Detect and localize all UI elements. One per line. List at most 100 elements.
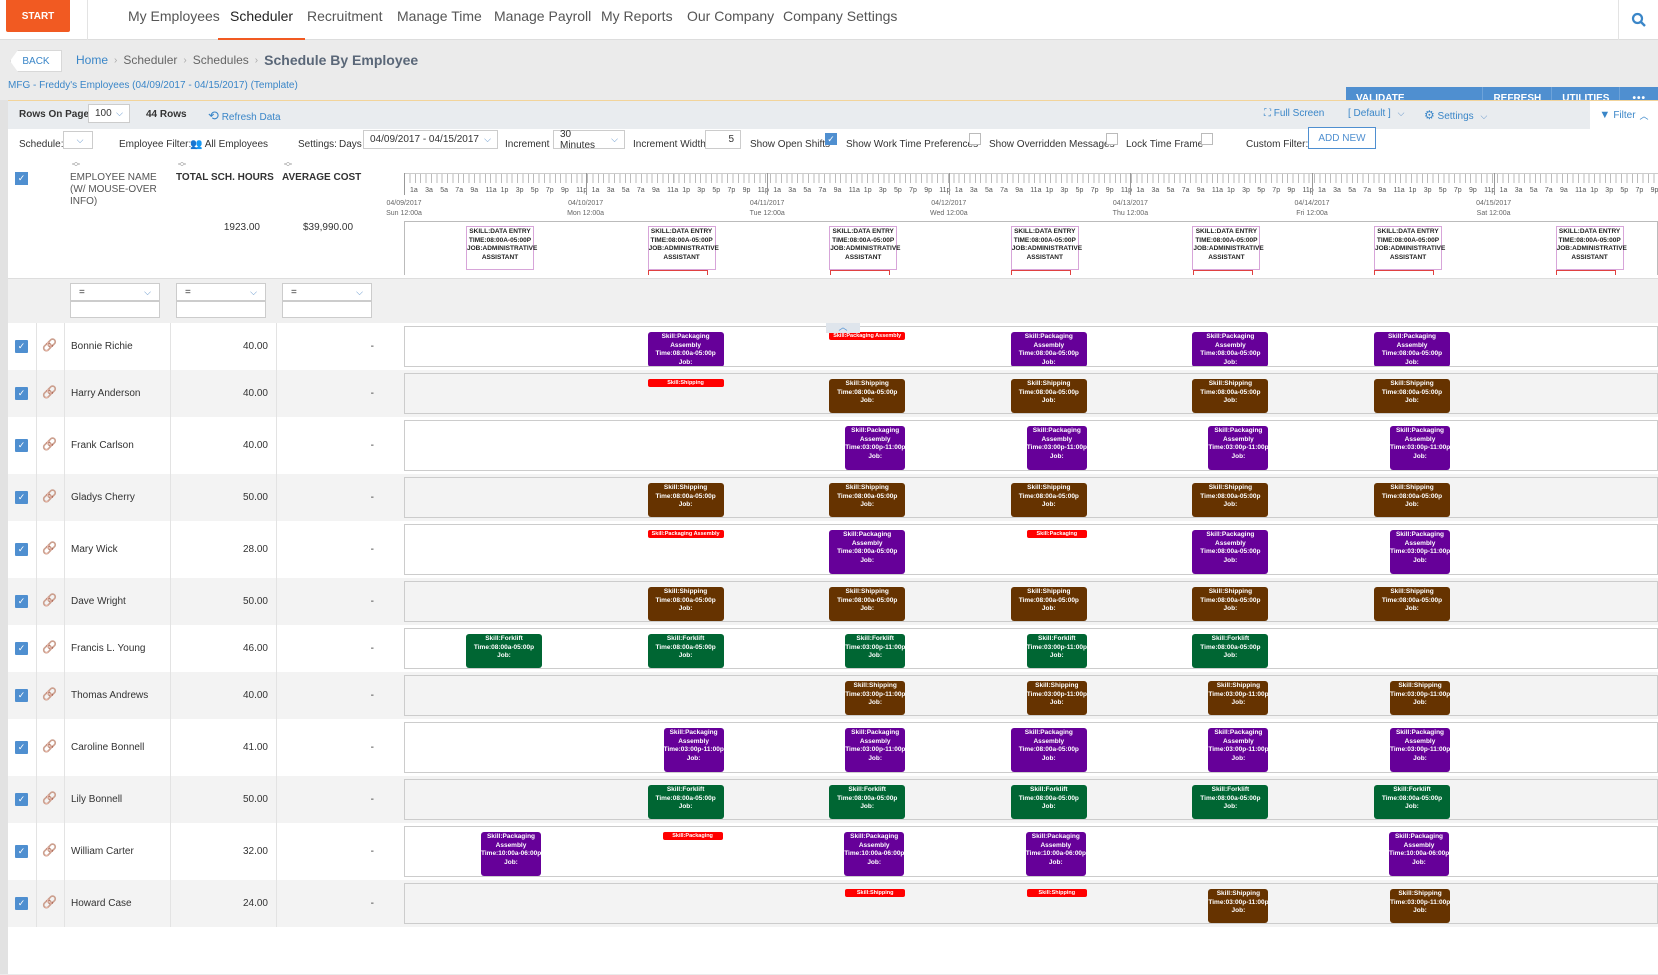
shift-block[interactable]: Skill:Shipping Time:08:00a-05:00p Job: [647,587,724,621]
employee-name[interactable]: Bonnie Richie [71,341,133,352]
shift-block[interactable]: Skill:Shipping Time:03:00p-11:00p Job: [845,681,906,715]
link-icon[interactable]: 🔗 [42,843,57,857]
template-shift-block[interactable]: SKILL:DATA ENTRY TIME:08:00A-05:00P JOB:AD… [1374,226,1445,270]
shift-block[interactable]: Skill:Shipping Time:03:00p-11:00p Job: [1208,889,1269,923]
row-checkbox[interactable]: ✓ [15,386,28,400]
shift-block[interactable]: Skill:Forklift Time:08:00a-05:00p Job: [647,634,724,668]
link-icon[interactable]: 🔗 [42,541,57,555]
shift-block[interactable]: Skill:Packaging Assembly Time:08:00a-05:00… [1374,332,1450,366]
shift-block[interactable]: Skill:Forklift Time:08:00a-05:00p Job: [466,634,542,668]
shift-block[interactable]: Skill:Packaging Assembly Time:10:00a-06:00… [1025,832,1086,876]
open-shift-badge[interactable]: Skill:Packaging [662,832,723,840]
shift-block[interactable]: Skill:Shipping Time:03:00p-11:00p Job: [1208,681,1269,715]
lock-time-frame-checkbox[interactable] [1201,133,1213,145]
row-checkbox[interactable]: ✓ [15,792,28,806]
shift-block[interactable]: Skill:Packaging Assembly Time:03:00p-11:00… [663,728,724,772]
col-employee-name[interactable]: EMPLOYEE NAME (W/ MOUSE-OVER INFO) [70,172,157,208]
template-shift-block[interactable]: SKILL:DATA ENTRY TIME:08:00A-05:00P JOB:AD… [647,226,719,270]
settings-dropdown[interactable]: ⚙ Settings ⌵ [1424,108,1487,122]
search-button[interactable] [1618,0,1658,40]
shift-block[interactable]: Skill:Forklift Time:08:00a-05:00p Job: [1374,785,1450,819]
shift-block[interactable]: Skill:Forklift Time:03:00p-11:00p Job: [1026,634,1087,668]
shift-block[interactable]: Skill:Shipping Time:08:00a-05:00p Job: [1192,587,1269,621]
employee-name[interactable]: Howard Case [71,898,132,909]
shift-block[interactable]: Skill:Shipping Time:08:00a-05:00p Job: [1010,587,1087,621]
shift-block[interactable]: Skill:Shipping Time:08:00a-05:00p Job: [1010,483,1087,517]
shift-block[interactable]: Skill:Shipping Time:08:00a-05:00p Job: [829,587,906,621]
shift-block[interactable]: Skill:Forklift Time:03:00p-11:00p Job: [845,634,906,668]
template-shift-block[interactable]: SKILL:DATA ENTRY TIME:08:00A-05:00P JOB:AD… [1010,226,1082,270]
shift-block[interactable]: Skill:Packaging Assembly Time:03:00p-11:00… [1026,426,1087,470]
full-screen-button[interactable]: ⛶ Full Screen [1264,108,1324,119]
shift-block[interactable]: Skill:Packaging Assembly Time:10:00a-06:00… [1389,832,1449,876]
link-icon[interactable]: 🔗 [42,385,57,399]
shift-block[interactable]: Skill:Forklift Time:08:00a-05:00p Job: [1010,785,1087,819]
row-checkbox[interactable]: ✓ [15,542,28,556]
template-shift-block[interactable]: SKILL:DATA ENTRY TIME:08:00A-05:00P JOB:AD… [829,226,901,270]
shift-block[interactable]: Skill:Packaging Assembly Time:08:00a-05:00… [1192,530,1269,574]
open-shift-badge[interactable]: Skill:Shipping [845,889,906,897]
employee-name[interactable]: Gladys Cherry [71,492,135,503]
template-shift-block[interactable]: SKILL:DATA ENTRY TIME:08:00A-05:00P JOB:AD… [466,226,537,270]
open-shift-badge[interactable]: Skill:Packaging Assembly [829,332,906,340]
collapse-chevron-icon[interactable]: ︿ [826,323,860,333]
filter-toggle[interactable]: ▼ Filter ︿ [1590,101,1658,129]
name-filter-operator[interactable]: = ⌵ [70,283,160,301]
employee-name[interactable]: Thomas Andrews [71,690,148,701]
shift-block[interactable]: Skill:Packaging Assembly Time:10:00a-06:00… [481,832,541,876]
employee-name[interactable]: Francis L. Young [71,643,146,654]
hours-filter-input[interactable] [176,301,266,318]
sort-icon[interactable]: ︿ ﹀ [72,158,80,172]
shift-block[interactable]: Skill:Forklift Time:08:00a-05:00p Job: [1192,785,1269,819]
row-checkbox[interactable]: ✓ [15,490,28,504]
shift-block[interactable]: Skill:Packaging Assembly Time:08:00a-05:00… [1010,728,1087,772]
open-shift-badge[interactable]: Skill:Shipping [647,379,724,387]
shift-block[interactable]: Skill:Packaging Assembly Time:03:00p-11:00… [1390,426,1450,470]
shift-block[interactable]: Skill:Shipping Time:08:00a-05:00p Job: [829,483,906,517]
employee-name[interactable]: Lily Bonnell [71,794,122,805]
shift-block[interactable]: Skill:Packaging Assembly Time:03:00p-11:00… [1390,530,1450,574]
nav-our-company[interactable]: Our Company [687,0,774,40]
link-icon[interactable]: 🔗 [42,687,57,701]
shift-block[interactable]: Skill:Shipping Time:03:00p-11:00p Job: [1390,889,1450,923]
template-shift-block[interactable]: SKILL:DATA ENTRY TIME:08:00A-05:00P JOB:AD… [1192,226,1264,270]
shift-block[interactable]: Skill:Shipping Time:03:00p-11:00p Job: [1390,681,1450,715]
col-total-hours[interactable]: TOTAL SCH. HOURS [176,172,274,184]
add-new-filter-button[interactable]: ADD NEW [1308,127,1376,149]
template-shift-block[interactable]: SKILL:DATA ENTRY TIME:08:00A-05:00P JOB:AD… [1555,226,1627,270]
shift-block[interactable]: Skill:Forklift Time:08:00a-05:00p Job: [647,785,724,819]
shift-block[interactable]: Skill:Packaging Assembly Time:08:00a-05:00… [647,332,724,366]
shift-block[interactable]: Skill:Packaging Assembly Time:03:00p-11:00… [1208,728,1269,772]
back-button[interactable]: BACK [10,50,62,72]
open-shift-badge[interactable]: Skill:Packaging [1026,530,1087,538]
increment-select[interactable]: 30 Minutes ⌵ [553,129,625,151]
link-icon[interactable]: 🔗 [42,489,57,503]
shift-block[interactable]: Skill:Shipping Time:08:00a-05:00p Job: [1192,379,1269,413]
shift-block[interactable]: Skill:Forklift Time:08:00a-05:00p Job: [829,785,906,819]
show-work-time-prefs-checkbox[interactable] [969,133,981,145]
show-open-shifts-checkbox[interactable]: ✓ [825,133,837,145]
breadcrumb-scheduler[interactable]: Scheduler [123,53,177,67]
sort-icon[interactable]: ︿ ﹀ [284,158,292,172]
show-overridden-checkbox[interactable] [1106,133,1118,145]
select-all-checkbox[interactable]: ✓ [15,172,28,185]
row-checkbox[interactable]: ✓ [15,844,28,858]
shift-block[interactable]: Skill:Forklift Time:08:00a-05:00p Job: [1192,634,1269,668]
shift-block[interactable]: Skill:Shipping Time:08:00a-05:00p Job: [829,379,906,413]
shift-block[interactable]: Skill:Shipping Time:08:00a-05:00p Job: [1010,379,1087,413]
employee-name[interactable]: Harry Anderson [71,388,140,399]
rows-on-page-select[interactable]: 100 ⌵ [88,104,130,123]
nav-my-employees[interactable]: My Employees [128,0,220,40]
nav-my-reports[interactable]: My Reports [601,0,673,40]
shift-block[interactable]: Skill:Packaging Assembly Time:10:00a-06:00… [844,832,905,876]
refresh-data-link[interactable]: ⟲ Refresh Data [208,108,281,124]
breadcrumb-home[interactable]: Home [76,53,108,67]
link-icon[interactable]: 🔗 [42,791,57,805]
link-icon[interactable]: 🔗 [42,895,57,909]
shift-block[interactable]: Skill:Packaging Assembly Time:08:00a-05:00… [1010,332,1087,366]
shift-block[interactable]: Skill:Packaging Assembly Time:08:00a-05:00… [1192,332,1269,366]
shift-block[interactable]: Skill:Shipping Time:08:00a-05:00p Job: [1374,379,1450,413]
shift-block[interactable]: Skill:Shipping Time:08:00a-05:00p Job: [1374,483,1450,517]
increment-width-input[interactable]: 5 [705,130,741,149]
link-icon[interactable]: 🔗 [42,640,57,654]
